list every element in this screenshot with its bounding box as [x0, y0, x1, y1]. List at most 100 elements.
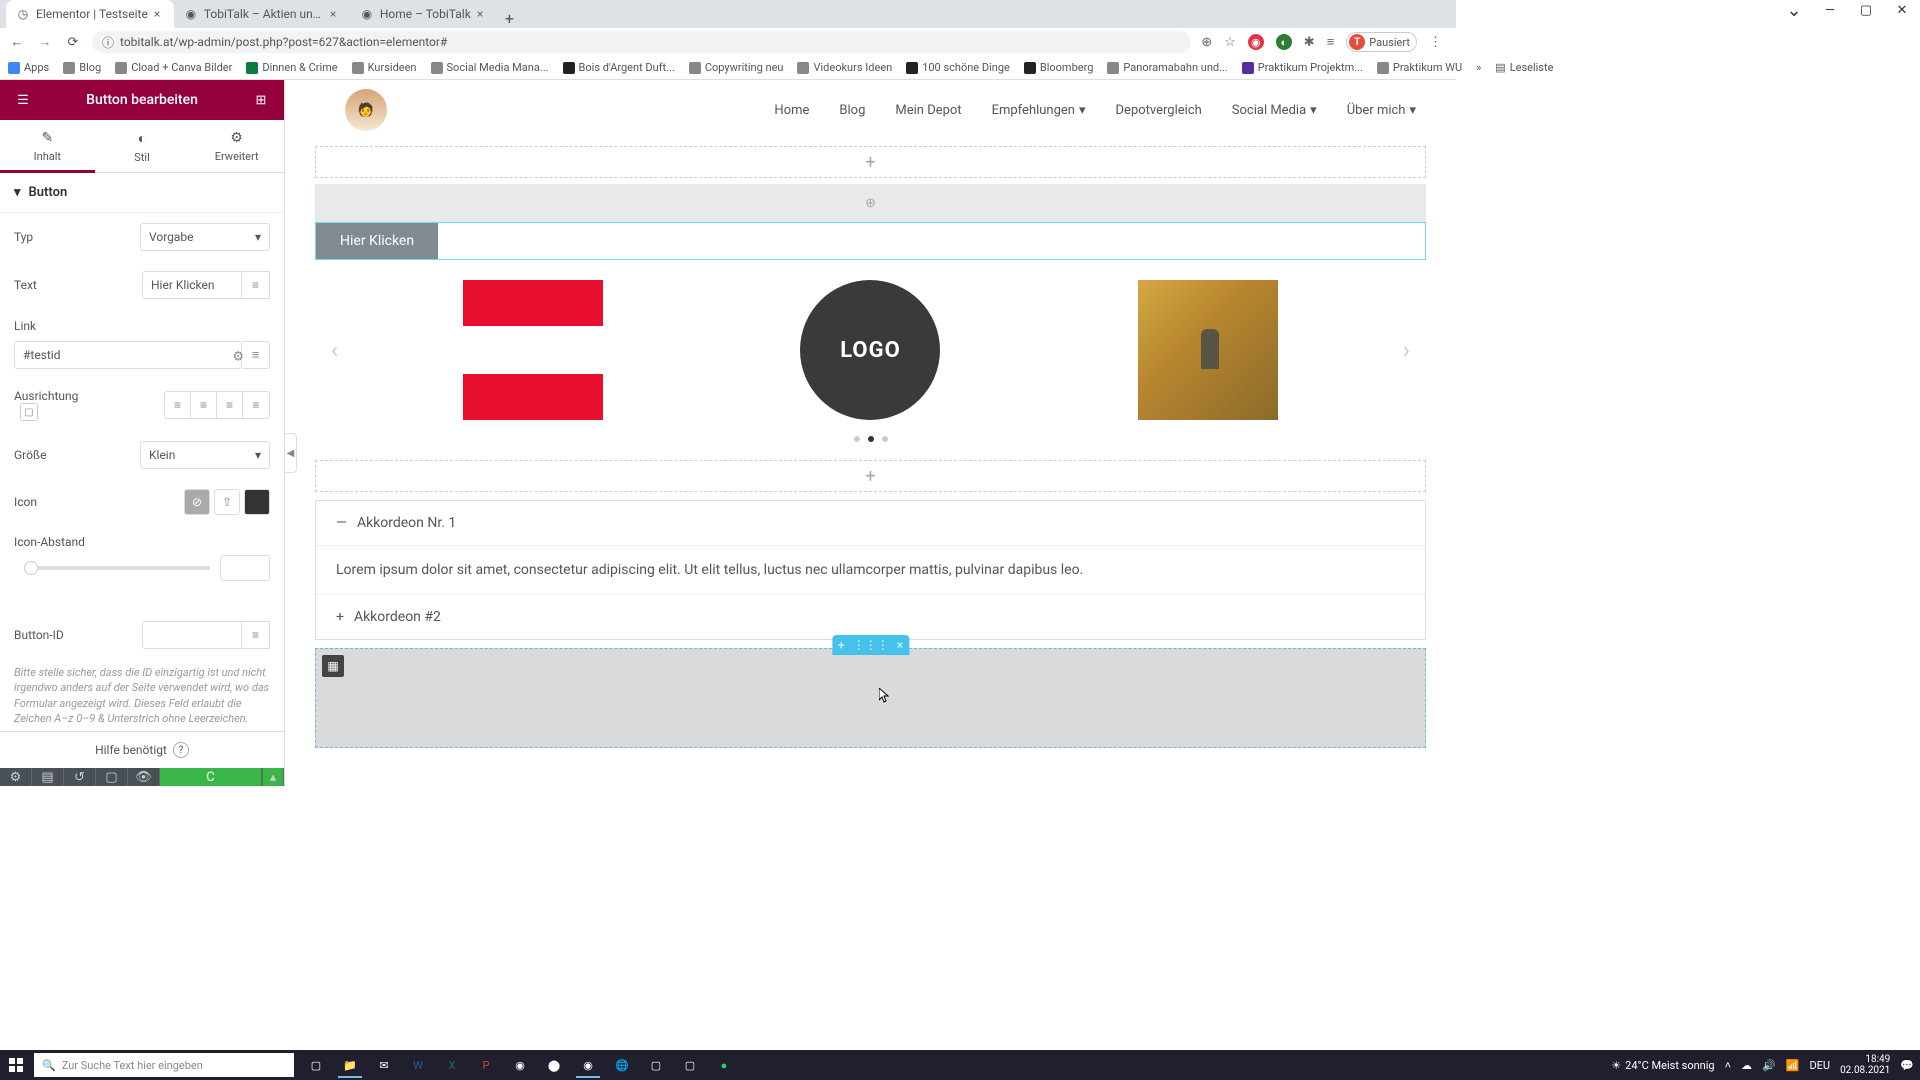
nav-social[interactable]: Social Media▾ [1232, 103, 1317, 118]
align-right-icon[interactable]: ≡ [217, 392, 243, 418]
overflow-icon[interactable]: » [1476, 61, 1481, 74]
close-window-icon[interactable]: ✕ [1884, 0, 1920, 20]
gear-icon[interactable]: ⚙ [232, 350, 244, 365]
ext-icon-1[interactable]: ◉ [1248, 34, 1264, 50]
align-center-icon[interactable]: ≡ [191, 392, 217, 418]
wifi-icon[interactable]: 📶 [1786, 1059, 1800, 1072]
tab-stil[interactable]: ◐ Stil [95, 120, 190, 172]
start-icon[interactable] [0, 1050, 32, 1080]
align-justify-icon[interactable]: ≡ [243, 392, 269, 418]
nav-blog[interactable]: Blog [839, 103, 865, 118]
bookmark-item[interactable]: 100 schöne Dinge [906, 61, 1010, 74]
carousel-widget[interactable]: ‹ LOGO › [315, 260, 1426, 454]
bookmark-item[interactable]: Social Media Mana... [431, 61, 549, 74]
task-view-icon[interactable]: ▢ [300, 1052, 332, 1078]
menu-icon[interactable]: ⋮ [1429, 35, 1442, 50]
ext-icon-2[interactable]: ◐ [1276, 34, 1292, 50]
selected-section[interactable]: + ⋮⋮⋮ × ▦ [315, 648, 1426, 748]
reload-icon[interactable]: ⟳ [64, 35, 82, 50]
collapse-panel-icon[interactable]: ◀ [285, 433, 297, 473]
input-button-id[interactable] [142, 621, 242, 649]
spotify-icon[interactable]: ● [708, 1052, 740, 1078]
accordion-item-2-head[interactable]: + Akkordeon #2 [316, 595, 1425, 639]
tray-chevron-icon[interactable]: ˄ [1725, 1059, 1731, 1072]
bookmark-item[interactable]: Copywriting neu [689, 61, 784, 74]
bookmark-item[interactable]: Blog [63, 61, 101, 74]
carousel-image-logo[interactable]: LOGO [800, 280, 940, 420]
maximize-icon[interactable]: ▢ [1848, 0, 1884, 20]
align-left-icon[interactable]: ≡ [165, 392, 191, 418]
dot-1[interactable] [854, 436, 860, 442]
add-icon[interactable]: + [838, 638, 845, 652]
column-handle-icon[interactable]: ▦ [322, 655, 344, 677]
carousel-prev-icon[interactable]: ‹ [325, 336, 344, 364]
dynamic-icon[interactable]: ≡ [242, 621, 270, 649]
tab-elementor[interactable]: ◷ Elementor | Testseite × [6, 0, 174, 28]
carousel-next-icon[interactable]: › [1397, 336, 1416, 364]
icon-upload[interactable]: ⇧ [214, 489, 240, 515]
bookmark-item[interactable]: Praktikum WU [1377, 61, 1462, 74]
back-icon[interactable]: ← [8, 34, 26, 50]
input-icon-abstand[interactable] [220, 555, 270, 581]
volume-icon[interactable]: 🔊 [1762, 1059, 1776, 1072]
notifications-icon[interactable]: 💬 [1900, 1059, 1914, 1072]
app-icon-2[interactable]: ▢ [640, 1052, 672, 1078]
responsive-icon[interactable]: ▢ [96, 768, 128, 786]
edge-icon[interactable]: 🌐 [606, 1052, 638, 1078]
save-button[interactable]: C [160, 768, 262, 786]
close-icon[interactable]: × [477, 7, 487, 21]
lang-indicator[interactable]: DEU [1809, 1059, 1830, 1072]
carousel-image-flag[interactable] [463, 280, 603, 420]
bookmark-item[interactable]: Bloomberg [1024, 61, 1094, 74]
tab-inhalt[interactable]: ✎ Inhalt [0, 120, 95, 172]
reading-list[interactable]: ▤Leseliste [1495, 61, 1553, 74]
bookmark-item[interactable]: Videokurs Ideen [797, 61, 892, 74]
bookmark-item[interactable]: Kursideen [352, 61, 417, 74]
weather-widget[interactable]: ☀ 24°C Meist sonnig [1611, 1059, 1714, 1072]
accordion-item-1-head[interactable]: — Akkordeon Nr. 1 [316, 501, 1425, 546]
drag-handle-icon[interactable]: ⋮⋮⋮ [853, 638, 889, 652]
input-link[interactable] [14, 341, 242, 369]
tab-erweitert[interactable]: ⚙ Erweitert [189, 120, 284, 172]
tab-tobitalk-1[interactable]: ◉ TobiTalk – Aktien und persönlich × [174, 0, 350, 28]
mail-icon[interactable]: ✉ [368, 1052, 400, 1078]
nav-ueber[interactable]: Über mich▾ [1347, 103, 1416, 118]
dot-3[interactable] [882, 436, 888, 442]
navigator-icon[interactable]: ▤ [32, 768, 64, 786]
delete-icon[interactable]: × [897, 638, 903, 652]
clock[interactable]: 18:49 02.08.2021 [1840, 1054, 1890, 1076]
save-options-icon[interactable]: ▴ [262, 768, 284, 786]
help-needed[interactable]: Hilfe benötigt ? [0, 732, 284, 768]
bookmark-item[interactable]: Panoramabahn und... [1107, 61, 1227, 74]
dynamic-icon[interactable]: ≡ [242, 271, 270, 299]
history-icon[interactable]: ↺ [64, 768, 96, 786]
forward-icon[interactable]: → [36, 34, 54, 50]
carousel-image-photo[interactable] [1138, 280, 1278, 420]
nav-depot[interactable]: Mein Depot [895, 103, 961, 118]
app-icon[interactable]: ◉ [504, 1052, 536, 1078]
input-text[interactable] [142, 271, 242, 299]
add-section-icon[interactable]: + [316, 147, 1425, 177]
select-typ[interactable]: Vorgabe ▾ [140, 223, 270, 251]
dot-2[interactable] [868, 436, 874, 442]
button-widget[interactable]: Hier Klicken [315, 222, 1426, 260]
explorer-icon[interactable]: 📁 [334, 1052, 366, 1078]
drag-widget-area[interactable]: ⊕ [315, 184, 1426, 222]
bookmark-apps[interactable]: Apps [8, 61, 49, 74]
select-groesse[interactable]: Klein ▾ [140, 441, 270, 469]
chrome-icon[interactable]: ◉ [572, 1052, 604, 1078]
puzzle-icon[interactable]: ✱ [1304, 35, 1315, 50]
preview-icon[interactable]: 👁 [128, 768, 160, 786]
close-icon[interactable]: × [330, 7, 340, 21]
accordion-widget[interactable]: — Akkordeon Nr. 1 Lorem ipsum dolor sit … [315, 500, 1426, 640]
minimize-icon[interactable]: — [1812, 0, 1848, 20]
zoom-icon[interactable]: ⊕ [1201, 35, 1212, 50]
nav-empfehlungen[interactable]: Empfehlungen▾ [992, 103, 1086, 118]
new-tab-button[interactable]: + [497, 9, 522, 28]
empty-section-2[interactable]: + [315, 460, 1426, 492]
dynamic-icon[interactable]: ≡ [242, 341, 270, 369]
notepad-icon[interactable]: ▢ [674, 1052, 706, 1078]
bookmark-item[interactable]: Praktikum Projektm... [1242, 61, 1363, 74]
icon-none[interactable]: ⊘ [184, 489, 210, 515]
empty-section-1[interactable]: + [315, 146, 1426, 178]
